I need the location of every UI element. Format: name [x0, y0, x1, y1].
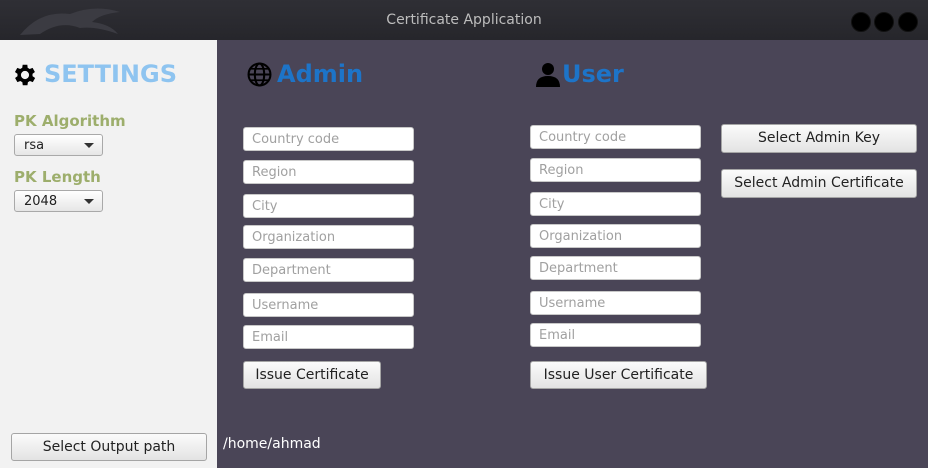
- minimize-button[interactable]: [851, 12, 871, 32]
- title-bar: Certificate Application: [0, 0, 928, 40]
- admin-country-code-input[interactable]: [243, 127, 414, 151]
- admin-title: Admin: [277, 60, 364, 88]
- admin-department-input[interactable]: [243, 258, 414, 282]
- user-email-input[interactable]: [530, 323, 701, 347]
- user-department-input[interactable]: [530, 256, 701, 280]
- close-button[interactable]: [898, 12, 918, 32]
- chevron-down-icon: [84, 199, 94, 204]
- admin-region-input[interactable]: [243, 160, 414, 184]
- pk-algorithm-value: rsa: [24, 138, 45, 153]
- admin-city-input[interactable]: [243, 194, 414, 218]
- pk-length-value: 2048: [24, 194, 58, 209]
- user-icon: [536, 63, 560, 87]
- user-username-input[interactable]: [530, 291, 701, 315]
- issue-certificate-label: Issue Certificate: [255, 367, 369, 383]
- user-title: User: [562, 60, 624, 88]
- pk-length-select[interactable]: 2048: [14, 190, 103, 212]
- maximize-button[interactable]: [874, 12, 894, 32]
- settings-title: SETTINGS: [44, 60, 177, 88]
- chevron-down-icon: [84, 143, 94, 148]
- pk-length-label: PK Length: [14, 168, 101, 186]
- user-region-input[interactable]: [530, 158, 701, 182]
- select-output-path-button[interactable]: Select Output path: [11, 433, 207, 461]
- globe-icon: [247, 62, 272, 87]
- user-city-input[interactable]: [530, 192, 701, 216]
- select-admin-certificate-button[interactable]: Select Admin Certificate: [721, 169, 917, 198]
- admin-organization-input[interactable]: [243, 225, 414, 249]
- user-organization-input[interactable]: [530, 224, 701, 248]
- admin-username-input[interactable]: [243, 293, 414, 317]
- select-admin-key-button[interactable]: Select Admin Key: [721, 124, 917, 153]
- settings-sidebar: SETTINGS PK Algorithm rsa PK Length 2048…: [0, 40, 217, 468]
- issue-certificate-button[interactable]: Issue Certificate: [243, 361, 381, 389]
- window-title: Certificate Application: [386, 12, 542, 28]
- user-country-code-input[interactable]: [530, 125, 701, 149]
- issue-user-certificate-label: Issue User Certificate: [543, 367, 694, 383]
- output-path-text: /home/ahmad: [223, 436, 321, 452]
- select-output-path-label: Select Output path: [42, 439, 176, 455]
- admin-email-input[interactable]: [243, 325, 414, 349]
- gear-icon: [14, 64, 36, 86]
- issue-user-certificate-button[interactable]: Issue User Certificate: [530, 361, 707, 389]
- pk-algorithm-label: PK Algorithm: [14, 112, 126, 130]
- pk-algorithm-select[interactable]: rsa: [14, 134, 103, 156]
- select-admin-certificate-label: Select Admin Certificate: [734, 175, 904, 191]
- select-admin-key-label: Select Admin Key: [757, 130, 881, 146]
